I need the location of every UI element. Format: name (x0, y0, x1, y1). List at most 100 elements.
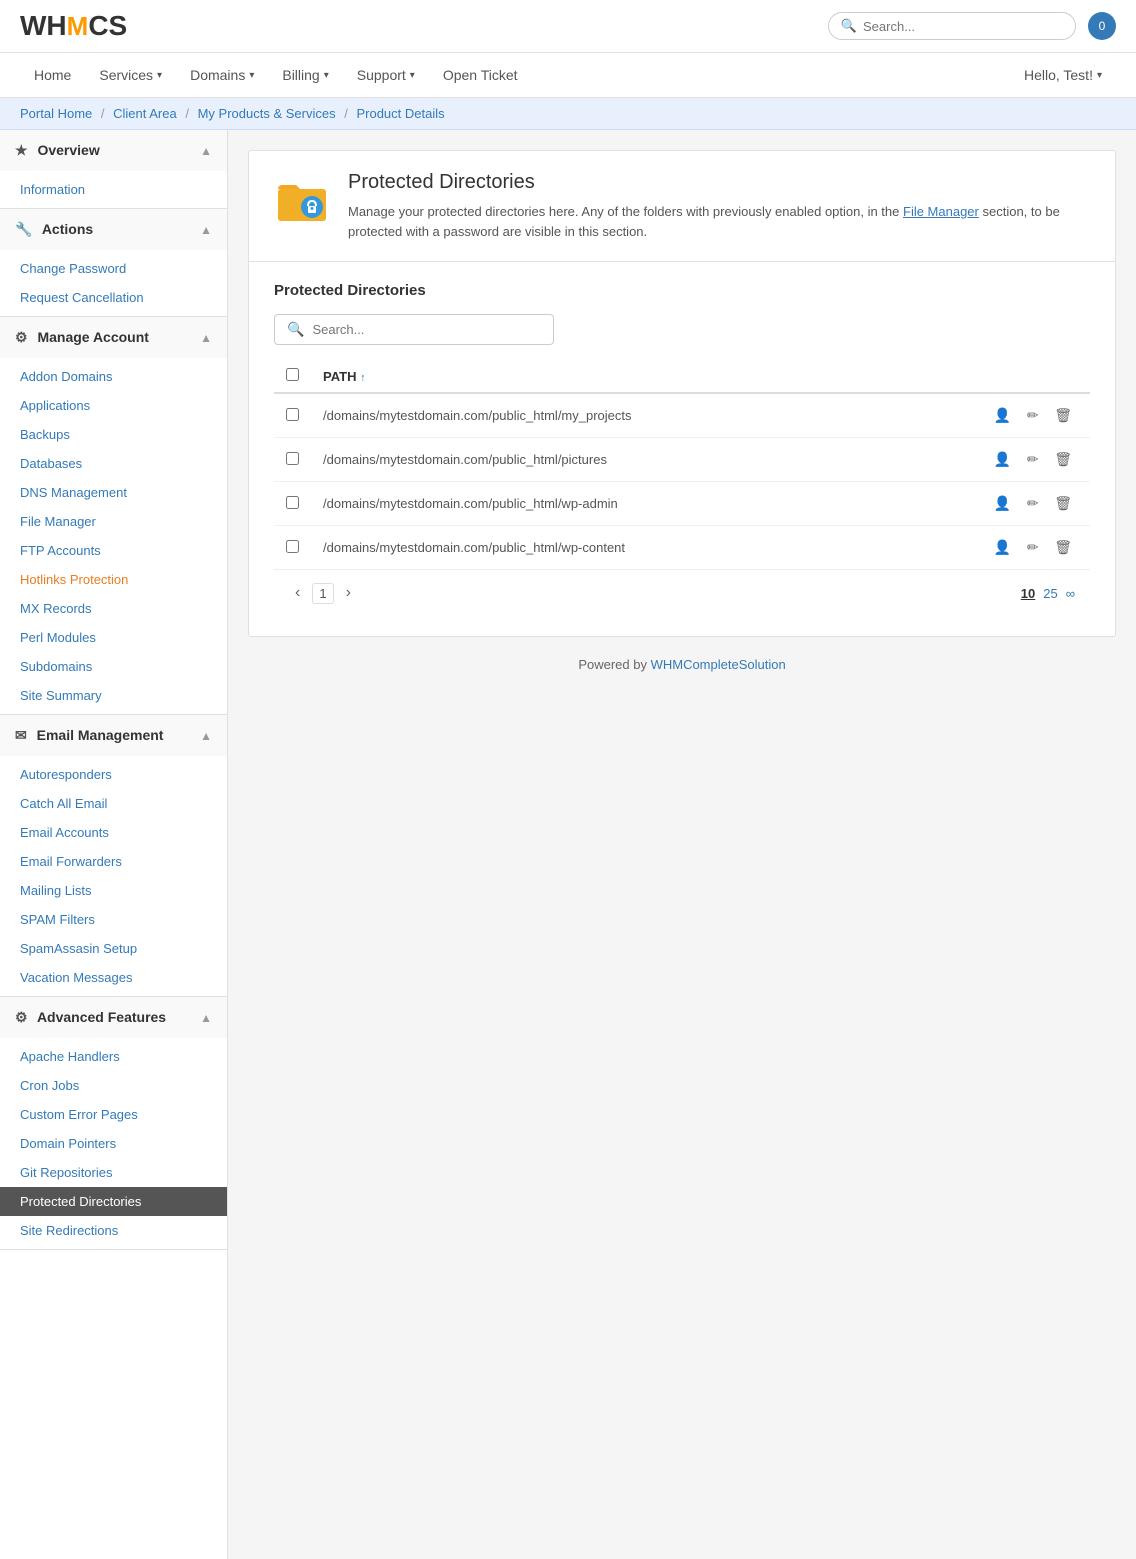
breadcrumb-product-details[interactable]: Product Details (356, 106, 444, 121)
nav-home[interactable]: Home (20, 53, 85, 97)
nav-support[interactable]: Support ▾ (343, 53, 429, 97)
row-edit-button-1[interactable]: ✏ (1021, 448, 1045, 471)
sidebar-link-apache-handlers[interactable]: Apache Handlers (0, 1042, 227, 1071)
row-checkbox-1[interactable] (286, 452, 299, 465)
file-manager-link[interactable]: File Manager (903, 204, 979, 219)
nav-domains[interactable]: Domains ▾ (176, 53, 268, 97)
sidebar-link-site-redirections[interactable]: Site Redirections (0, 1216, 227, 1245)
sidebar-link-cron-jobs[interactable]: Cron Jobs (0, 1071, 227, 1100)
header: WHMCS 🔍 0 (0, 0, 1136, 53)
row-delete-button-3[interactable]: 🗑 (1048, 536, 1078, 559)
sidebar-link-addon-domains[interactable]: Addon Domains (0, 362, 227, 391)
table-header-checkbox (274, 360, 311, 393)
sidebar-link-change-password[interactable]: Change Password (0, 254, 227, 283)
pagination-size-all[interactable]: ∞ (1066, 586, 1075, 601)
sidebar-link-dns-management[interactable]: DNS Management (0, 478, 227, 507)
cart-button[interactable]: 0 (1088, 12, 1116, 40)
row-delete-button-2[interactable]: 🗑 (1048, 492, 1078, 515)
sidebar-section-advanced-features-header[interactable]: ⚙ Advanced Features ▲ (0, 997, 227, 1038)
table-header-path[interactable]: PATH ↑ (311, 360, 891, 393)
pagination-current-page: 1 (312, 583, 333, 604)
directory-search-input[interactable] (312, 322, 541, 337)
sidebar-link-mx-records[interactable]: MX Records (0, 594, 227, 623)
sidebar-section-overview-header[interactable]: ★ Overview ▲ (0, 130, 227, 171)
powered-by-link[interactable]: WHMCompleteSolution (651, 657, 786, 672)
nav-hello[interactable]: Hello, Test! ▾ (1010, 53, 1116, 97)
overview-star-icon: ★ (15, 142, 28, 158)
pagination-sizes: 10 25 ∞ (1021, 586, 1075, 601)
row-actions: 👤 ✏ 🗑 (891, 438, 1090, 482)
nav-services[interactable]: Services ▾ (85, 53, 176, 97)
pagination-next-button[interactable]: › (340, 582, 357, 604)
row-edit-button-2[interactable]: ✏ (1021, 492, 1045, 515)
sidebar-link-domain-pointers[interactable]: Domain Pointers (0, 1129, 227, 1158)
sidebar-link-ftp-accounts[interactable]: FTP Accounts (0, 536, 227, 565)
row-checkbox-3[interactable] (286, 540, 299, 553)
pagination-size-10[interactable]: 10 (1021, 586, 1035, 601)
row-edit-button-0[interactable]: ✏ (1021, 404, 1045, 427)
sidebar-section-manage-account-header[interactable]: ⚙ Manage Account ▲ (0, 317, 227, 358)
sidebar-link-perl-modules[interactable]: Perl Modules (0, 623, 227, 652)
sidebar-actions-links: Change Password Request Cancellation (0, 250, 227, 316)
sidebar-link-custom-error-pages[interactable]: Custom Error Pages (0, 1100, 227, 1129)
sidebar-link-email-accounts[interactable]: Email Accounts (0, 818, 227, 847)
knowledgebase-search-input[interactable] (863, 19, 1063, 34)
row-checkbox-2[interactable] (286, 496, 299, 509)
hello-caret-icon: ▾ (1097, 70, 1102, 81)
sidebar-email-management-links: Autoresponders Catch All Email Email Acc… (0, 756, 227, 996)
path-label: PATH (323, 369, 356, 384)
actions-chevron-icon: ▲ (200, 223, 212, 237)
services-caret-icon: ▾ (157, 70, 162, 81)
section-title: Protected Directories (274, 282, 1090, 299)
row-actions: 👤 ✏ 🗑 (891, 482, 1090, 526)
sidebar-link-spam-filters[interactable]: SPAM Filters (0, 905, 227, 934)
sidebar-link-databases[interactable]: Databases (0, 449, 227, 478)
sidebar-link-catch-all-email[interactable]: Catch All Email (0, 789, 227, 818)
breadcrumb-client-area[interactable]: Client Area (113, 106, 177, 121)
row-edit-button-3[interactable]: ✏ (1021, 536, 1045, 559)
sidebar-link-site-summary[interactable]: Site Summary (0, 681, 227, 710)
page-description: Manage your protected directories here. … (348, 202, 1090, 241)
row-user-button-0[interactable]: 👤 (988, 404, 1017, 427)
sidebar-link-applications[interactable]: Applications (0, 391, 227, 420)
nav-open-ticket[interactable]: Open Ticket (429, 53, 532, 97)
row-delete-button-1[interactable]: 🗑 (1048, 448, 1078, 471)
row-user-button-1[interactable]: 👤 (988, 448, 1017, 471)
sidebar-link-email-forwarders[interactable]: Email Forwarders (0, 847, 227, 876)
row-user-button-2[interactable]: 👤 (988, 492, 1017, 515)
sidebar-link-autoresponders[interactable]: Autoresponders (0, 760, 227, 789)
sidebar-link-vacation-messages[interactable]: Vacation Messages (0, 963, 227, 992)
sidebar-link-mailing-lists[interactable]: Mailing Lists (0, 876, 227, 905)
sidebar-link-protected-directories[interactable]: Protected Directories (0, 1187, 227, 1216)
nav-left: Home Services ▾ Domains ▾ Billing ▾ Supp… (20, 53, 532, 97)
pagination-size-25[interactable]: 25 (1043, 586, 1057, 601)
select-all-checkbox[interactable] (286, 368, 299, 381)
sidebar-link-hotlinks-protection[interactable]: Hotlinks Protection (0, 565, 227, 594)
nav-billing[interactable]: Billing ▾ (268, 53, 342, 97)
row-actions: 👤 ✏ 🗑 (891, 393, 1090, 438)
pagination-prev-button[interactable]: ‹ (289, 582, 306, 604)
sidebar-link-spamassasin-setup[interactable]: SpamAssasin Setup (0, 934, 227, 963)
sidebar-overview-links: Information (0, 171, 227, 208)
email-management-mail-icon: ✉ (15, 727, 27, 743)
row-checkbox-0[interactable] (286, 408, 299, 421)
sidebar-link-request-cancellation[interactable]: Request Cancellation (0, 283, 227, 312)
table-row: /domains/mytestdomain.com/public_html/wp… (274, 482, 1090, 526)
folder-lock-svg (274, 171, 330, 227)
row-user-button-3[interactable]: 👤 (988, 536, 1017, 559)
breadcrumb-my-products[interactable]: My Products & Services (198, 106, 336, 121)
sidebar-link-subdomains[interactable]: Subdomains (0, 652, 227, 681)
sidebar-section-actions-header[interactable]: 🔧 Actions ▲ (0, 209, 227, 250)
sidebar-link-information[interactable]: Information (0, 175, 227, 204)
domains-caret-icon: ▾ (249, 70, 254, 81)
sidebar-section-email-management-header[interactable]: ✉ Email Management ▲ (0, 715, 227, 756)
sidebar-link-file-manager[interactable]: File Manager (0, 507, 227, 536)
sidebar-link-backups[interactable]: Backups (0, 420, 227, 449)
sidebar-section-email-management: ✉ Email Management ▲ Autoresponders Catc… (0, 715, 227, 997)
breadcrumb-portal-home[interactable]: Portal Home (20, 106, 92, 121)
table-row: /domains/mytestdomain.com/public_html/my… (274, 393, 1090, 438)
sidebar-link-git-repositories[interactable]: Git Repositories (0, 1158, 227, 1187)
row-delete-button-0[interactable]: 🗑 (1048, 404, 1078, 427)
nav: Home Services ▾ Domains ▾ Billing ▾ Supp… (0, 53, 1136, 98)
row-checkbox-cell (274, 526, 311, 570)
